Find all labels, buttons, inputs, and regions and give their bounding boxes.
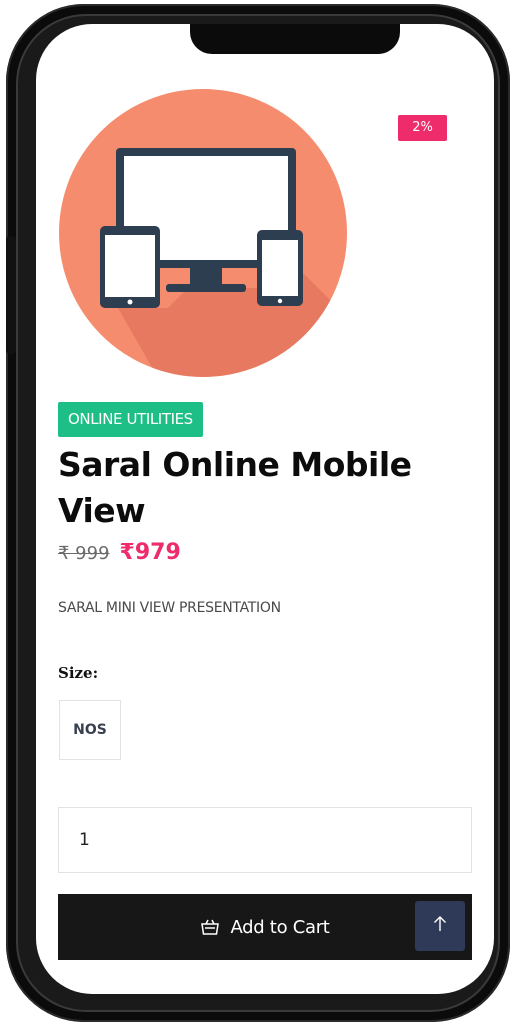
short-description: SARAL MINI VIEW PRESENTATION: [58, 600, 281, 616]
old-price: ₹ 999: [58, 543, 110, 564]
discount-badge: 2%: [398, 115, 447, 141]
add-to-cart-button[interactable]: Add to Cart: [58, 894, 472, 960]
add-to-cart-label: Add to Cart: [230, 916, 330, 938]
size-label: Size:: [58, 664, 99, 682]
size-option-nos[interactable]: NOS: [59, 700, 121, 760]
scroll-to-top-button[interactable]: [415, 901, 465, 951]
product-title: Saral Online Mobile View: [58, 445, 412, 530]
phone-notch: [190, 24, 400, 54]
price-row: ₹ 999 ₹979: [58, 540, 181, 570]
quantity-input[interactable]: [58, 807, 472, 873]
product-image: [59, 89, 347, 377]
devices-icon: [100, 148, 303, 308]
category-tag[interactable]: ONLINE UTILITIES: [58, 402, 203, 437]
sale-price: ₹979: [119, 540, 181, 565]
basket-icon: [200, 917, 220, 937]
phone-screen: 2% ONLINE UTILITIES Saral Online Mobile …: [36, 24, 494, 994]
phone-side-button: [6, 236, 16, 354]
arrow-up-icon: [431, 915, 449, 937]
phone-frame: 2% ONLINE UTILITIES Saral Online Mobile …: [6, 4, 510, 1022]
